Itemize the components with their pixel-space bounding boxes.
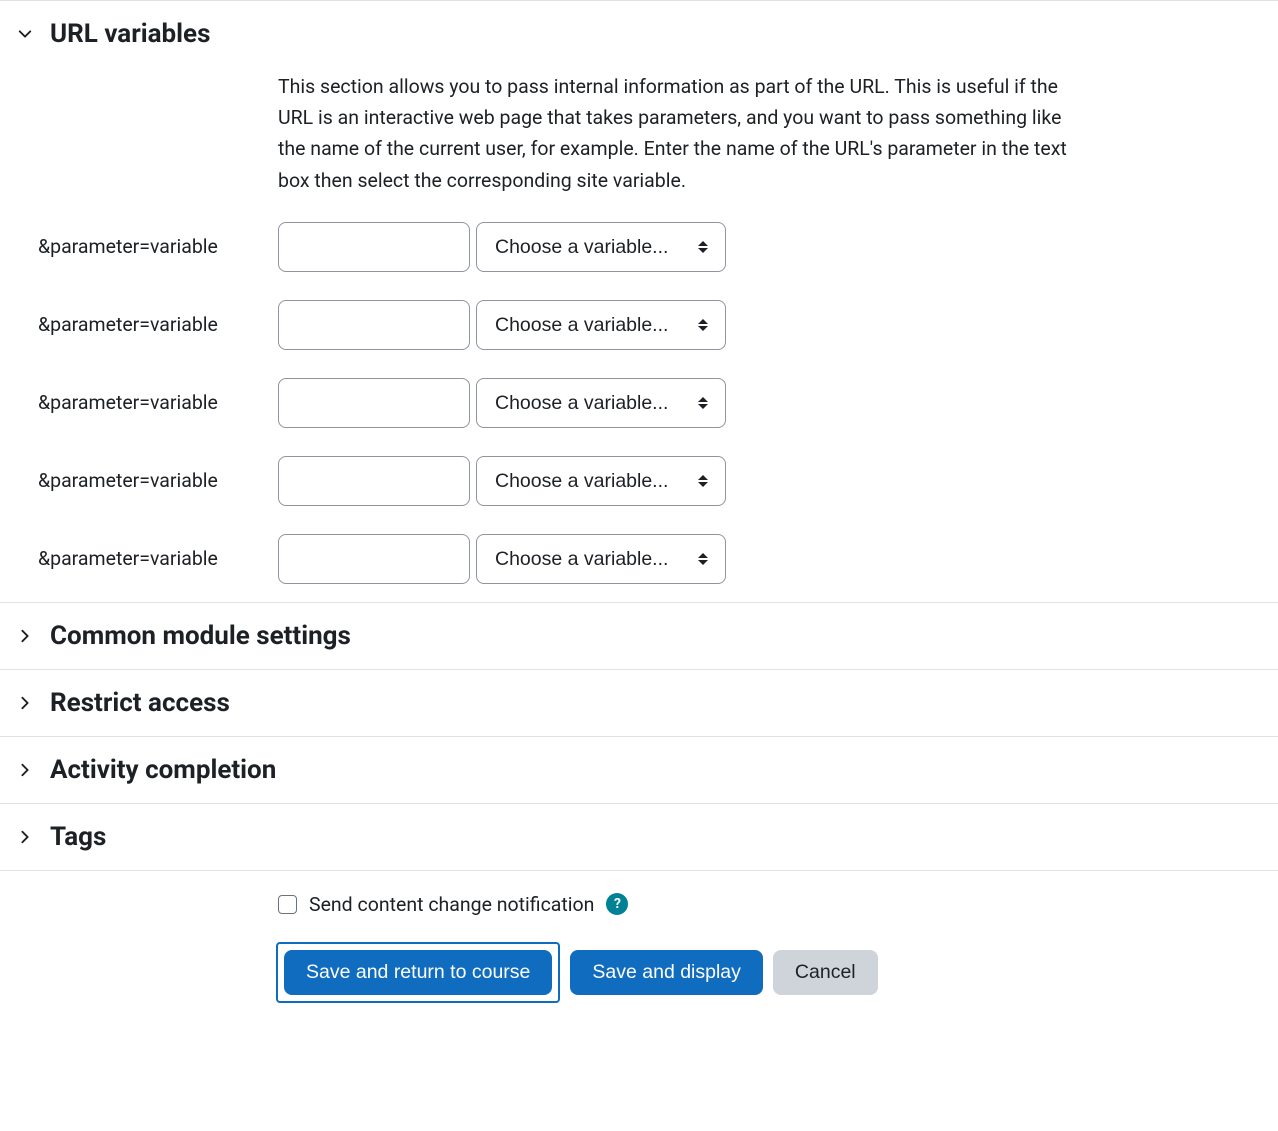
section-title-activity-completion: Activity completion [50, 755, 276, 785]
param-variable-select[interactable]: Choose a variable... [476, 222, 726, 272]
param-row: &parameter=variable Choose a variable... [18, 222, 1260, 272]
help-icon[interactable]: ? [606, 893, 628, 915]
chevron-right-icon [18, 696, 32, 710]
param-name-input[interactable] [278, 378, 470, 428]
section-header-restrict-access[interactable]: Restrict access [18, 688, 1260, 718]
section-header-tags[interactable]: Tags [18, 822, 1260, 852]
param-name-input[interactable] [278, 222, 470, 272]
focused-button-outline: Save and return to course [276, 942, 560, 1003]
cancel-button[interactable]: Cancel [773, 950, 878, 995]
section-tags: Tags [0, 803, 1278, 870]
section-activity-completion: Activity completion [0, 736, 1278, 803]
chevron-right-icon [18, 629, 32, 643]
param-variable-select[interactable]: Choose a variable... [476, 300, 726, 350]
param-label: &parameter=variable [18, 313, 278, 336]
save-return-button[interactable]: Save and return to course [284, 950, 552, 995]
section-title-tags: Tags [50, 822, 106, 852]
chevron-right-icon [18, 830, 32, 844]
chevron-down-icon [18, 27, 32, 41]
section-title-common-module: Common module settings [50, 621, 351, 651]
param-label: &parameter=variable [18, 469, 278, 492]
url-variables-description: This section allows you to pass internal… [278, 71, 1078, 196]
send-notification-label: Send content change notification [309, 893, 594, 916]
param-row: &parameter=variable Choose a variable... [18, 300, 1260, 350]
param-row: &parameter=variable Choose a variable... [18, 378, 1260, 428]
section-header-url-variables[interactable]: URL variables [18, 19, 1260, 49]
param-name-input[interactable] [278, 534, 470, 584]
section-common-module-settings: Common module settings [0, 602, 1278, 669]
param-variable-select[interactable]: Choose a variable... [476, 534, 726, 584]
param-row: &parameter=variable Choose a variable... [18, 456, 1260, 506]
param-row: &parameter=variable Choose a variable... [18, 534, 1260, 584]
chevron-right-icon [18, 763, 32, 777]
param-name-input[interactable] [278, 300, 470, 350]
save-display-button[interactable]: Save and display [570, 950, 763, 995]
section-header-activity-completion[interactable]: Activity completion [18, 755, 1260, 785]
param-label: &parameter=variable [18, 235, 278, 258]
section-header-common-module[interactable]: Common module settings [18, 621, 1260, 651]
param-variable-select[interactable]: Choose a variable... [476, 378, 726, 428]
section-restrict-access: Restrict access [0, 669, 1278, 736]
send-notification-checkbox[interactable] [278, 895, 297, 914]
param-label: &parameter=variable [18, 547, 278, 570]
param-label: &parameter=variable [18, 391, 278, 414]
section-url-variables: URL variables This section allows you to… [0, 0, 1278, 602]
param-name-input[interactable] [278, 456, 470, 506]
param-variable-select[interactable]: Choose a variable... [476, 456, 726, 506]
section-body-url-variables: This section allows you to pass internal… [18, 71, 1260, 584]
section-title-restrict-access: Restrict access [50, 688, 230, 718]
section-title-url-variables: URL variables [50, 19, 210, 49]
form-footer: Send content change notification ? Save … [0, 870, 1278, 1033]
